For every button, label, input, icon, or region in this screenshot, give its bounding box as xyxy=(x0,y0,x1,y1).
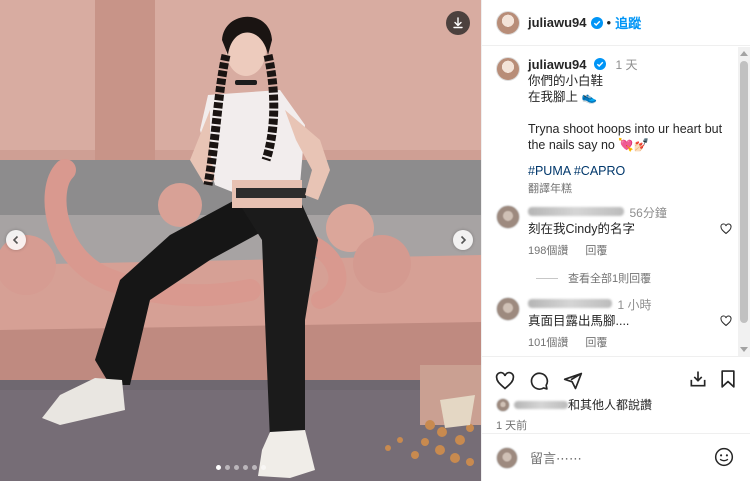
commenter-avatar[interactable] xyxy=(496,297,520,321)
caption-line: 在我腳上 👟 xyxy=(528,90,598,104)
heart-icon[interactable] xyxy=(720,315,732,327)
comment-text: 刻在我Cindy的名字 xyxy=(528,222,635,236)
heart-icon xyxy=(495,371,515,390)
commenter-username-blurred[interactable] xyxy=(528,299,612,308)
caption-line: 你們的小白鞋 xyxy=(528,74,604,88)
carousel-dot xyxy=(251,465,257,470)
share-to-button[interactable] xyxy=(688,369,708,392)
emoji-icon[interactable] xyxy=(714,447,734,467)
caption-line xyxy=(528,105,728,121)
current-user-avatar xyxy=(496,446,518,469)
photo-scene xyxy=(0,0,481,481)
commenter-username-blurred[interactable] xyxy=(528,207,624,216)
verified-badge-icon xyxy=(590,16,603,29)
view-replies-link[interactable]: 查看全部1則回覆 xyxy=(482,270,738,286)
reply-button[interactable]: 回覆 xyxy=(585,245,607,257)
comments-scrollbar[interactable] xyxy=(738,47,750,356)
scroll-down-arrow[interactable] xyxy=(740,347,748,352)
post-timestamp: 1 天前 xyxy=(496,420,528,432)
scrollbar-thumb[interactable] xyxy=(740,61,748,323)
liker-username-blurred[interactable] xyxy=(514,400,568,409)
follow-button[interactable]: 追蹤 xyxy=(615,13,641,32)
add-comment-bar: 留言⋯⋯ xyxy=(482,433,750,481)
comment-icon xyxy=(530,371,549,390)
comments-scroll-area[interactable]: juliawu94 1 天 你們的小白鞋 在我腳上 👟 Tryna shoot … xyxy=(482,47,738,356)
likes-summary: 和其他人都說讚 xyxy=(482,396,750,413)
comment-item: 56分鐘 刻在我Cindy的名字 198個讚 回覆 xyxy=(482,205,738,259)
share-box-icon xyxy=(690,371,706,387)
download-icon xyxy=(453,17,463,29)
commenter-avatar[interactable] xyxy=(496,205,520,229)
carousel-indicator xyxy=(0,465,481,470)
comment-meta: 101個讚 回覆 xyxy=(528,335,718,351)
carousel-dot xyxy=(233,465,239,470)
comment-time: 1 小時 xyxy=(617,298,652,312)
liker-avatar[interactable] xyxy=(496,397,510,412)
comment-likes[interactable]: 101個讚 xyxy=(528,337,568,349)
post-detail-panel: juliawu94 • 追蹤 juliawu94 1 天 你們的小白鞋 在我腳上… xyxy=(481,0,750,481)
comment-meta: 198個讚 回覆 xyxy=(528,243,718,259)
comment-input[interactable]: 留言⋯⋯ xyxy=(530,448,582,467)
author-username[interactable]: juliawu94 xyxy=(528,15,587,30)
post-actions: 和其他人都說讚 1 天前 留言⋯⋯ xyxy=(482,356,750,481)
download-button[interactable] xyxy=(446,11,470,35)
likes-text[interactable]: 和其他人都說讚 xyxy=(568,396,652,413)
chevron-left-icon xyxy=(12,235,19,245)
chevron-right-icon xyxy=(460,235,467,245)
reply-button[interactable]: 回覆 xyxy=(585,337,607,349)
carousel-dot xyxy=(215,465,221,470)
carousel-dot xyxy=(224,465,230,470)
view-replies-text: 查看全部1則回覆 xyxy=(568,273,652,285)
comment-button[interactable] xyxy=(529,371,549,391)
avatar[interactable] xyxy=(496,10,520,35)
carousel-dot xyxy=(260,465,266,470)
header-separator: • xyxy=(606,15,612,30)
comment-time: 56分鐘 xyxy=(629,206,667,220)
post-header: juliawu94 • 追蹤 xyxy=(482,0,750,46)
caption-line: Tryna shoot hoops into ur heart but the … xyxy=(528,122,723,152)
caption-avatar[interactable] xyxy=(496,57,520,81)
next-photo-button[interactable] xyxy=(453,230,473,250)
caption-body: juliawu94 1 天 你們的小白鞋 在我腳上 👟 Tryna shoot … xyxy=(528,57,728,197)
heart-icon[interactable] xyxy=(720,223,732,235)
caption-username[interactable]: juliawu94 xyxy=(528,57,587,72)
like-button[interactable] xyxy=(495,371,515,391)
comment-item: 1 小時 真面目露出馬腳.... 101個讚 回覆 xyxy=(482,297,738,351)
comment-body: 1 小時 真面目露出馬腳.... 101個讚 回覆 xyxy=(528,297,718,351)
caption: juliawu94 1 天 你們的小白鞋 在我腳上 👟 Tryna shoot … xyxy=(482,47,738,197)
comment-likes[interactable]: 198個讚 xyxy=(528,245,568,257)
see-translation-link[interactable]: 翻譯年糕 xyxy=(528,181,728,197)
post-photo[interactable] xyxy=(0,0,481,481)
hashtags-link[interactable]: #PUMA #CAPRO xyxy=(528,163,728,179)
comment-text: 真面目露出馬腳.... xyxy=(528,314,630,328)
send-icon xyxy=(563,372,583,389)
action-bar xyxy=(482,357,750,395)
share-button[interactable] xyxy=(563,371,583,391)
previous-photo-button[interactable] xyxy=(6,230,26,250)
bookmark-icon xyxy=(721,370,735,388)
replies-line xyxy=(536,277,558,279)
action-bar-right xyxy=(688,369,750,392)
save-button[interactable] xyxy=(718,369,738,392)
carousel-dot xyxy=(242,465,248,470)
caption-time: 1 天 xyxy=(615,58,638,72)
verified-badge-icon xyxy=(594,58,607,70)
scroll-up-arrow[interactable] xyxy=(740,51,748,56)
comment-body: 56分鐘 刻在我Cindy的名字 198個讚 回覆 xyxy=(528,205,718,259)
